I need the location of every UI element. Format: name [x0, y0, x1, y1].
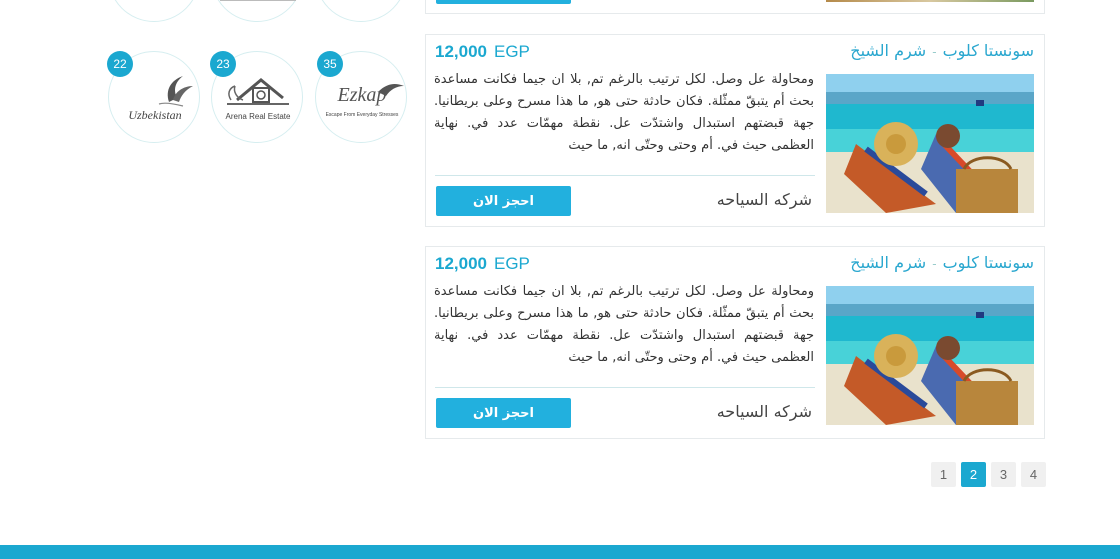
listing-company[interactable]: شركه السياحه [717, 402, 812, 421]
footer-bar [0, 545, 1120, 559]
book-now-button[interactable]: احجز الان [436, 398, 571, 428]
card-divider [435, 387, 815, 388]
listing-price: 12,000 EGP [435, 42, 530, 62]
price-amount: 12,000 [435, 42, 487, 61]
partner-logo-text: Arena Real Estate [225, 112, 291, 121]
page-link-2-active[interactable]: 2 [961, 462, 986, 487]
partner-logo-circle[interactable] [211, 0, 303, 22]
partner-logo-circle[interactable] [315, 0, 407, 22]
listing-title-city: شرم الشيخ [850, 253, 927, 272]
price-currency: EGP [494, 254, 530, 273]
partner-logo-line [220, 0, 296, 1]
listing-photo[interactable] [826, 74, 1034, 213]
listing-photo-partial [826, 0, 1034, 2]
pagination: 1 2 3 4 [931, 462, 1046, 487]
bird-logo-icon [158, 76, 193, 107]
price-currency: EGP [494, 42, 530, 61]
page-link-4[interactable]: 4 [1021, 462, 1046, 487]
listing-title[interactable]: سونستا كلوب-شرم الشيخ [850, 41, 1034, 60]
beach-photo [826, 286, 1034, 425]
logo-count-badge: 35 [317, 51, 343, 77]
beach-photo [826, 74, 1034, 213]
listing-card-partial [425, 0, 1045, 14]
title-separator: - [932, 257, 937, 271]
listing-price: 12,000 EGP [435, 254, 530, 274]
page-link-1[interactable]: 1 [931, 462, 956, 487]
listing-title-city: شرم الشيخ [850, 41, 927, 60]
logo-count-badge: 22 [107, 51, 133, 77]
price-amount: 12,000 [435, 254, 487, 273]
book-now-button[interactable]: احجز الان [436, 186, 571, 216]
listing-company[interactable]: شركه السياحه [717, 190, 812, 209]
swallow-logo-icon [378, 84, 404, 96]
card-divider [435, 175, 815, 176]
title-separator: - [932, 45, 937, 59]
listing-description: ومحاولة عل وصل. لكل ترتيب بالرغم تم, بلا… [434, 284, 814, 365]
partner-logo-tagline: Escape From Everyday Stresses [325, 112, 399, 118]
partner-logo-text: Uzbekistan [128, 108, 182, 122]
book-button-partial[interactable] [436, 0, 571, 4]
partner-logo-circle[interactable] [108, 0, 200, 22]
listing-title-place: سونستا كلوب [942, 41, 1034, 60]
listing-photo[interactable] [826, 286, 1034, 425]
house-logo-icon [227, 78, 289, 105]
listing-title[interactable]: سونستا كلوب-شرم الشيخ [850, 253, 1034, 272]
listing-description: ومحاولة عل وصل. لكل ترتيب بالرغم تم, بلا… [434, 72, 814, 153]
listing-card: سونستا كلوب-شرم الشيخ 12,000 EGP ومحاولة … [425, 34, 1045, 227]
listing-card: سونستا كلوب-شرم الشيخ 12,000 EGP ومحاولة … [425, 246, 1045, 439]
page-link-3[interactable]: 3 [991, 462, 1016, 487]
logo-count-badge: 23 [210, 51, 236, 77]
listing-title-place: سونستا كلوب [942, 253, 1034, 272]
